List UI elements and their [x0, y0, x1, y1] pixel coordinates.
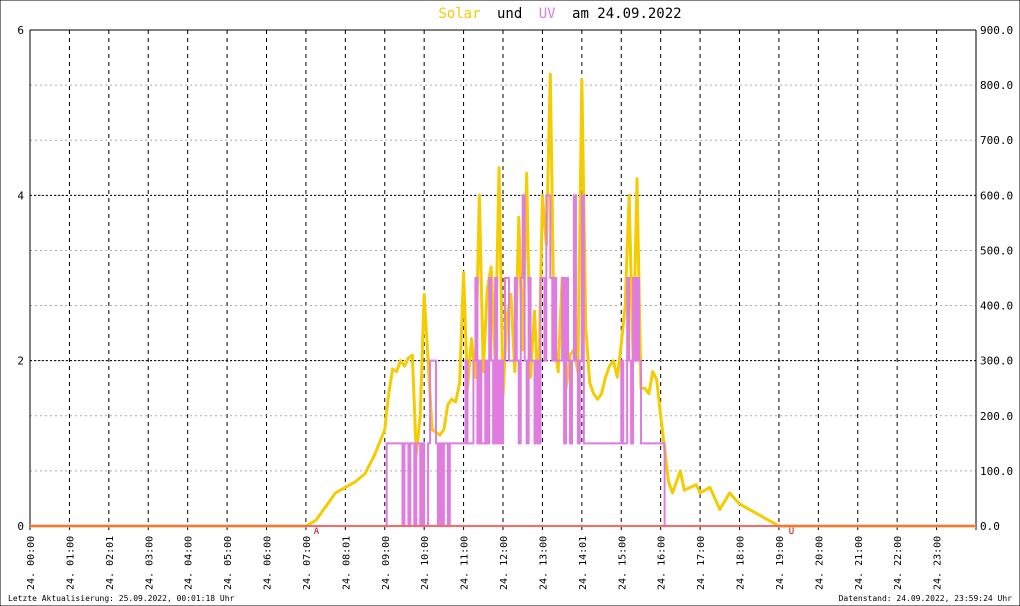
- x-tick-label: 24. 23:00: [933, 536, 944, 590]
- x-tick-label: 24. 07:00: [302, 536, 313, 590]
- sunrise-marker: A: [314, 527, 320, 537]
- x-tick-label: 24. 10:00: [420, 536, 431, 590]
- x-tick-label: 24. 08:01: [341, 536, 352, 590]
- x-tick-label: 24. 02:01: [105, 536, 116, 590]
- sunset-marker: U: [789, 527, 794, 537]
- x-tick-label: 24. 12:00: [499, 536, 510, 590]
- x-tick-label: 24. 22:00: [893, 536, 904, 590]
- chart-canvas: Solar und UV am 24.09.2022 0 2 4 6 0.0 100.0 2…: [0, 0, 1020, 606]
- y-left-tick-label: 0: [17, 520, 24, 533]
- y-right-tick-label: 0.0: [980, 520, 1000, 533]
- footer-data-state: Datenstand: 24.09.2022, 23:59:24 Uhr: [839, 594, 1013, 603]
- x-tick-label: 24. 09:00: [381, 536, 392, 590]
- x-tick-label: 24. 17:00: [696, 536, 707, 590]
- x-tick-label: 24. 13:00: [538, 536, 549, 590]
- y-right-tick-label: 200.0: [980, 410, 1013, 423]
- y-right-tick-label: 800.0: [980, 79, 1013, 92]
- x-tick-label: 24. 06:00: [263, 536, 274, 590]
- footer-last-update: Letzte Aktualisierung: 25.09.2022, 00:01…: [8, 594, 235, 603]
- x-tick-label: 24. 11:00: [460, 536, 471, 590]
- x-tick-label: 24. 04:00: [184, 536, 195, 590]
- y-right-tick-label: 900.0: [980, 24, 1013, 37]
- y-right-tick-label: 300.0: [980, 355, 1013, 368]
- chart-title: Solar und UV am 24.09.2022: [438, 6, 681, 22]
- x-tick-label: 24. 15:00: [617, 536, 628, 590]
- x-tick-label: 24. 00:00: [26, 536, 37, 590]
- x-tick-label: 24. 20:00: [814, 536, 825, 590]
- y-right-tick-label: 600.0: [980, 189, 1013, 202]
- y-left-tick-label: 4: [17, 189, 24, 202]
- title-date: am 24.09.2022: [572, 6, 682, 22]
- title-und: und: [497, 6, 522, 22]
- title-uv: UV: [539, 6, 556, 22]
- x-tick-label: 24. 05:00: [223, 536, 234, 590]
- x-tick-label: 24. 21:00: [854, 536, 865, 590]
- y-right-tick-label: 700.0: [980, 134, 1013, 147]
- x-tick-label: 24. 01:00: [65, 536, 76, 590]
- y-right-tick-label: 400.0: [980, 300, 1013, 313]
- y-left-tick-label: 2: [17, 355, 24, 368]
- y-right-tick-label: 100.0: [980, 465, 1013, 478]
- x-tick-label: 24. 03:00: [144, 536, 155, 590]
- x-tick-label: 24. 16:00: [657, 536, 668, 590]
- x-tick-label: 24. 18:00: [736, 536, 747, 590]
- y-left-tick-label: 6: [17, 24, 24, 37]
- title-solar: Solar: [438, 6, 480, 22]
- y-right-tick-label: 500.0: [980, 244, 1013, 257]
- x-tick-label: 24. 14:01: [578, 536, 589, 590]
- x-tick-label: 24. 19:00: [775, 536, 786, 590]
